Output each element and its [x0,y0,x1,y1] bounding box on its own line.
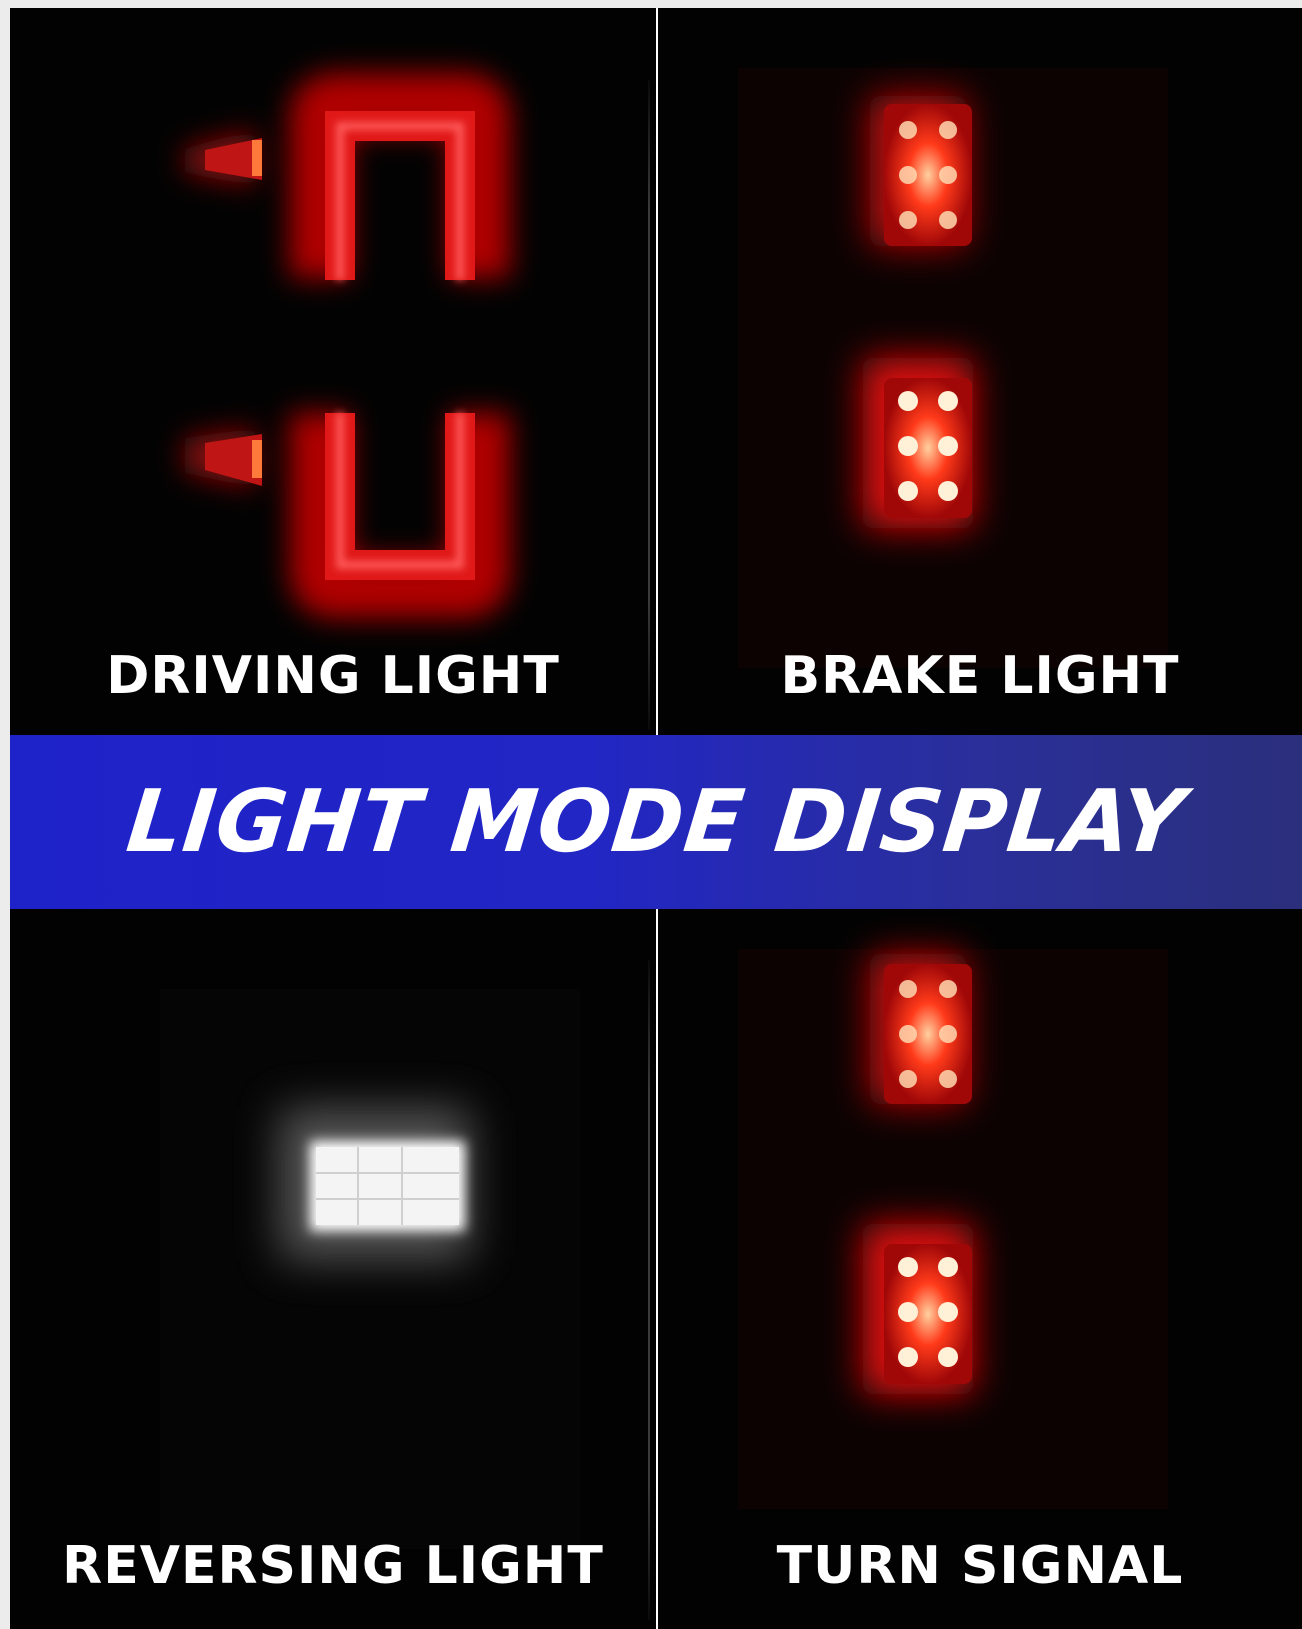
mode-label-reversing: REVERSING LIGHT [62,1536,604,1596]
brake-light-panel: BRAKE LIGHT [658,8,1302,735]
title-banner: LIGHT MODE DISPLAY [10,735,1302,909]
turn-signal-photo [738,949,1168,1509]
top-border [0,0,1302,8]
brake-light-photo [738,68,1168,668]
driving-light-panel: DRIVING LIGHT [10,8,656,735]
driving-light-photo [185,73,510,618]
panel-divider-top [648,80,650,730]
panel-divider-bottom [648,960,650,1620]
mode-label-driving: DRIVING LIGHT [106,646,560,706]
reversing-light-panel: REVERSING LIGHT [10,909,656,1629]
left-border [0,0,10,1629]
banner-title: LIGHT MODE DISPLAY [122,772,1190,872]
mode-label-turn: TURN SIGNAL [776,1536,1184,1596]
reversing-light-photo [160,989,580,1549]
mode-label-brake: BRAKE LIGHT [780,646,1180,706]
turn-signal-panel: TURN SIGNAL [658,909,1302,1629]
